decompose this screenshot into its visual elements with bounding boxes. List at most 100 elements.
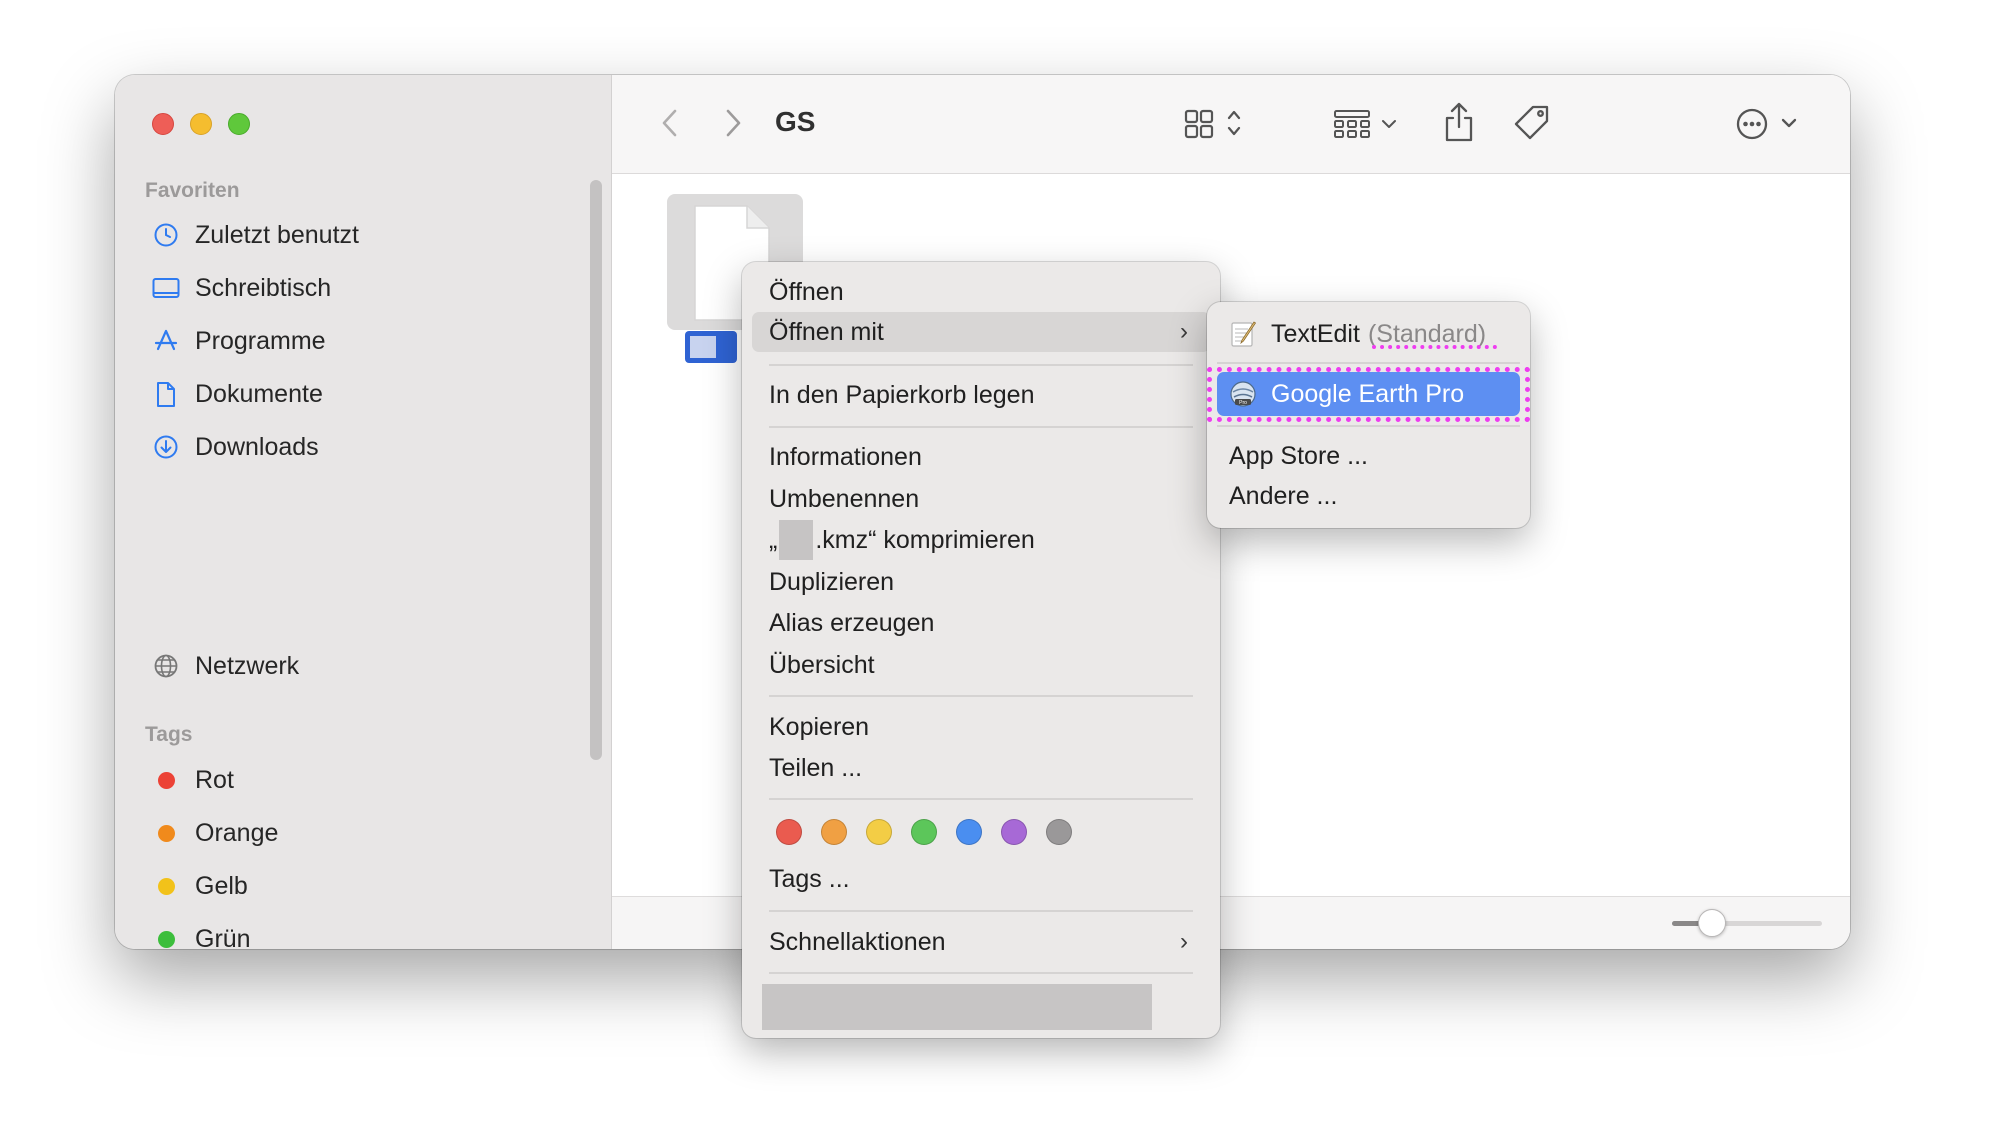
annotation-highlight-box (1207, 367, 1530, 422)
sidebar-tag-orange[interactable]: Orange (151, 813, 581, 853)
sidebar-tag-yellow[interactable]: Gelb (151, 866, 581, 906)
tag-color-dot (158, 824, 175, 842)
menu-item-label: Teilen ... (769, 753, 863, 782)
sidebar-item-label: Rot (195, 765, 234, 794)
tag-color-green[interactable] (911, 819, 937, 845)
forward-icon[interactable] (715, 105, 751, 141)
tag-color-orange[interactable] (821, 819, 847, 845)
menu-item-trash[interactable]: In den Papierkorb legen (752, 375, 1210, 415)
favorites-heading: Favoriten (145, 179, 240, 202)
menu-item-copy[interactable]: Kopieren (752, 707, 1210, 747)
sidebar: Favoriten Zuletzt benutzt Schreibtisch P… (115, 75, 612, 949)
desktop-icon (151, 273, 181, 303)
menu-item-label: In den Papierkorb legen (769, 380, 1035, 409)
submenu-item-label: App Store ... (1229, 441, 1368, 470)
sidebar-item-label: Grün (195, 924, 251, 950)
menu-item-info[interactable]: Informationen (752, 437, 1210, 477)
chevron-right-icon: › (1180, 318, 1188, 345)
sidebar-tag-green[interactable]: Grün (151, 919, 581, 949)
menu-item-alias[interactable]: Alias erzeugen (752, 603, 1210, 643)
sidebar-item-label: Orange (195, 818, 279, 847)
menu-item-open[interactable]: Öffnen (752, 272, 1210, 312)
menu-item-quick-actions[interactable]: Schnellaktionen › (752, 922, 1210, 962)
menu-separator (769, 972, 1193, 974)
submenu-item-textedit[interactable]: TextEdit (Standard) (1217, 312, 1520, 356)
tag-color-red[interactable] (776, 819, 802, 845)
sidebar-item-label: Netzwerk (195, 651, 300, 680)
menu-item-label: Kopieren (769, 712, 870, 741)
window-title: GS (775, 106, 816, 137)
menu-separator (1217, 425, 1520, 427)
menu-item-compress[interactable]: „ .kmz“ komprimieren (752, 520, 1210, 560)
more-icon[interactable] (1733, 104, 1803, 144)
filename-redaction (779, 520, 814, 560)
apps-icon (151, 326, 181, 356)
sidebar-scrollbar[interactable] (590, 180, 602, 760)
globe-icon (151, 651, 181, 681)
menu-item-label: Schnellaktionen (769, 927, 946, 956)
sidebar-item-label: Downloads (195, 432, 319, 461)
submenu-item-label: TextEdit (1271, 319, 1360, 348)
tag-color-yellow[interactable] (866, 819, 892, 845)
menu-separator (769, 910, 1193, 912)
sidebar-item-downloads[interactable]: Downloads (151, 427, 581, 467)
file-name-redaction (690, 336, 716, 358)
tags-heading: Tags (145, 723, 193, 746)
sidebar-item-label: Zuletzt benutzt (195, 220, 359, 249)
download-icon (151, 432, 181, 462)
menu-item-label: Tags ... (769, 864, 850, 893)
menu-item-label: .kmz“ komprimieren (815, 525, 1035, 554)
tag-color-blue[interactable] (956, 819, 982, 845)
close-window-button[interactable] (152, 113, 174, 135)
menu-item-label: „ (769, 525, 778, 554)
menu-separator (769, 695, 1193, 697)
sidebar-item-label: Schreibtisch (195, 273, 332, 302)
sidebar-item-applications[interactable]: Programme (151, 321, 581, 361)
menu-item-label: Umbenennen (769, 484, 920, 513)
sidebar-item-documents[interactable]: Dokumente (151, 374, 581, 414)
menu-item-duplicate[interactable]: Duplizieren (752, 562, 1210, 602)
clock-icon (151, 220, 181, 250)
back-icon[interactable] (652, 105, 688, 141)
menu-item-rename[interactable]: Umbenennen (752, 479, 1210, 519)
share-icon[interactable] (1439, 99, 1479, 145)
sidebar-item-network[interactable]: Netzwerk (151, 646, 581, 686)
chevron-right-icon: › (1180, 928, 1188, 955)
tag-color-dot (158, 930, 175, 948)
context-menu: Öffnen Öffnen mit › In den Papierkorb le… (742, 262, 1220, 1038)
menu-item-label: Übersicht (769, 650, 875, 679)
tag-color-purple[interactable] (1001, 819, 1027, 845)
tag-color-gray[interactable] (1046, 819, 1072, 845)
sidebar-item-label: Programme (195, 326, 326, 355)
sidebar-item-label: Dokumente (195, 379, 323, 408)
zoom-window-button[interactable] (228, 113, 250, 135)
submenu-item-label: Andere ... (1229, 481, 1338, 510)
sidebar-tag-red[interactable]: Rot (151, 760, 581, 800)
tag-icon[interactable] (1511, 102, 1553, 144)
minimize-window-button[interactable] (190, 113, 212, 135)
menu-item-label: Alias erzeugen (769, 608, 935, 637)
menu-item-open-with[interactable]: Öffnen mit › (752, 312, 1210, 352)
menu-separator (1217, 362, 1520, 364)
menu-separator (769, 364, 1193, 366)
menu-item-tags[interactable]: Tags ... (752, 859, 1210, 899)
grid-view-icon[interactable] (1182, 105, 1248, 141)
textedit-icon (1229, 320, 1257, 348)
submenu-item-other[interactable]: Andere ... (1217, 474, 1520, 518)
icon-size-slider-knob[interactable] (1698, 909, 1726, 937)
menu-item-share[interactable]: Teilen ... (752, 748, 1210, 788)
menu-item-overview[interactable]: Übersicht (752, 645, 1210, 685)
tag-color-dot (158, 877, 175, 895)
sidebar-item-label: Gelb (195, 871, 248, 900)
group-icon[interactable] (1332, 105, 1402, 141)
submenu-item-app-store[interactable]: App Store ... (1217, 434, 1520, 478)
menu-item-label: Öffnen mit (769, 317, 884, 346)
menu-separator (769, 798, 1193, 800)
toolbar: GS (612, 75, 1850, 174)
menu-item-label: Duplizieren (769, 567, 895, 596)
sidebar-item-desktop[interactable]: Schreibtisch (151, 268, 581, 308)
sidebar-item-recents[interactable]: Zuletzt benutzt (151, 215, 581, 255)
menu-item-label: Informationen (769, 442, 922, 471)
document-icon (151, 379, 181, 409)
tag-color-dot (158, 771, 175, 789)
